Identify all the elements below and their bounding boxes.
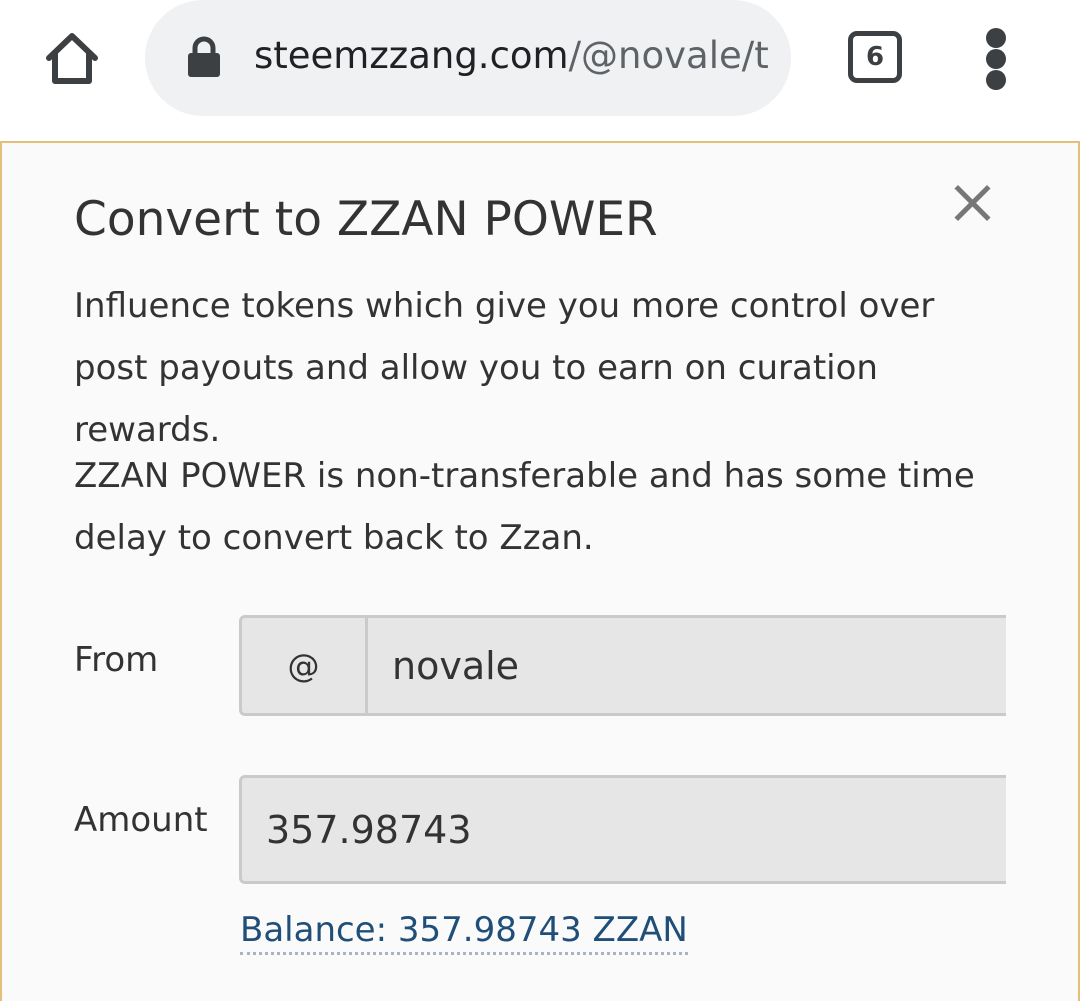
lock-icon <box>188 36 220 77</box>
url-host: steemzzang.com <box>254 34 569 77</box>
from-value: novale <box>392 643 520 688</box>
from-field: @ novale <box>239 615 1006 716</box>
modal-note: ZZAN POWER is non-transferable and has s… <box>74 456 975 558</box>
tab-switcher-button[interactable]: 6 <box>848 31 902 83</box>
address-bar-url[interactable]: steemzzang.com/@novale/trans <box>254 28 769 84</box>
tab-count: 6 <box>865 42 885 72</box>
modal-title: Convert to ZZAN POWER <box>74 192 658 247</box>
amount-label: Amount <box>74 800 208 840</box>
browser-toolbar: steemzzang.com/@novale/trans 6 <box>0 0 1080 140</box>
url-path: /@novale/trans <box>568 34 769 77</box>
at-prefix: @ <box>242 618 368 713</box>
modal-description: Influence tokens which give you more con… <box>74 286 935 450</box>
close-icon[interactable] <box>948 178 996 226</box>
amount-input[interactable] <box>239 775 1006 884</box>
from-label: From <box>74 640 159 680</box>
home-icon <box>46 33 98 84</box>
more-vert-icon[interactable] <box>970 28 1022 90</box>
home-button[interactable] <box>38 24 106 92</box>
balance-link[interactable]: Balance: 357.98743 ZZAN <box>240 908 688 955</box>
